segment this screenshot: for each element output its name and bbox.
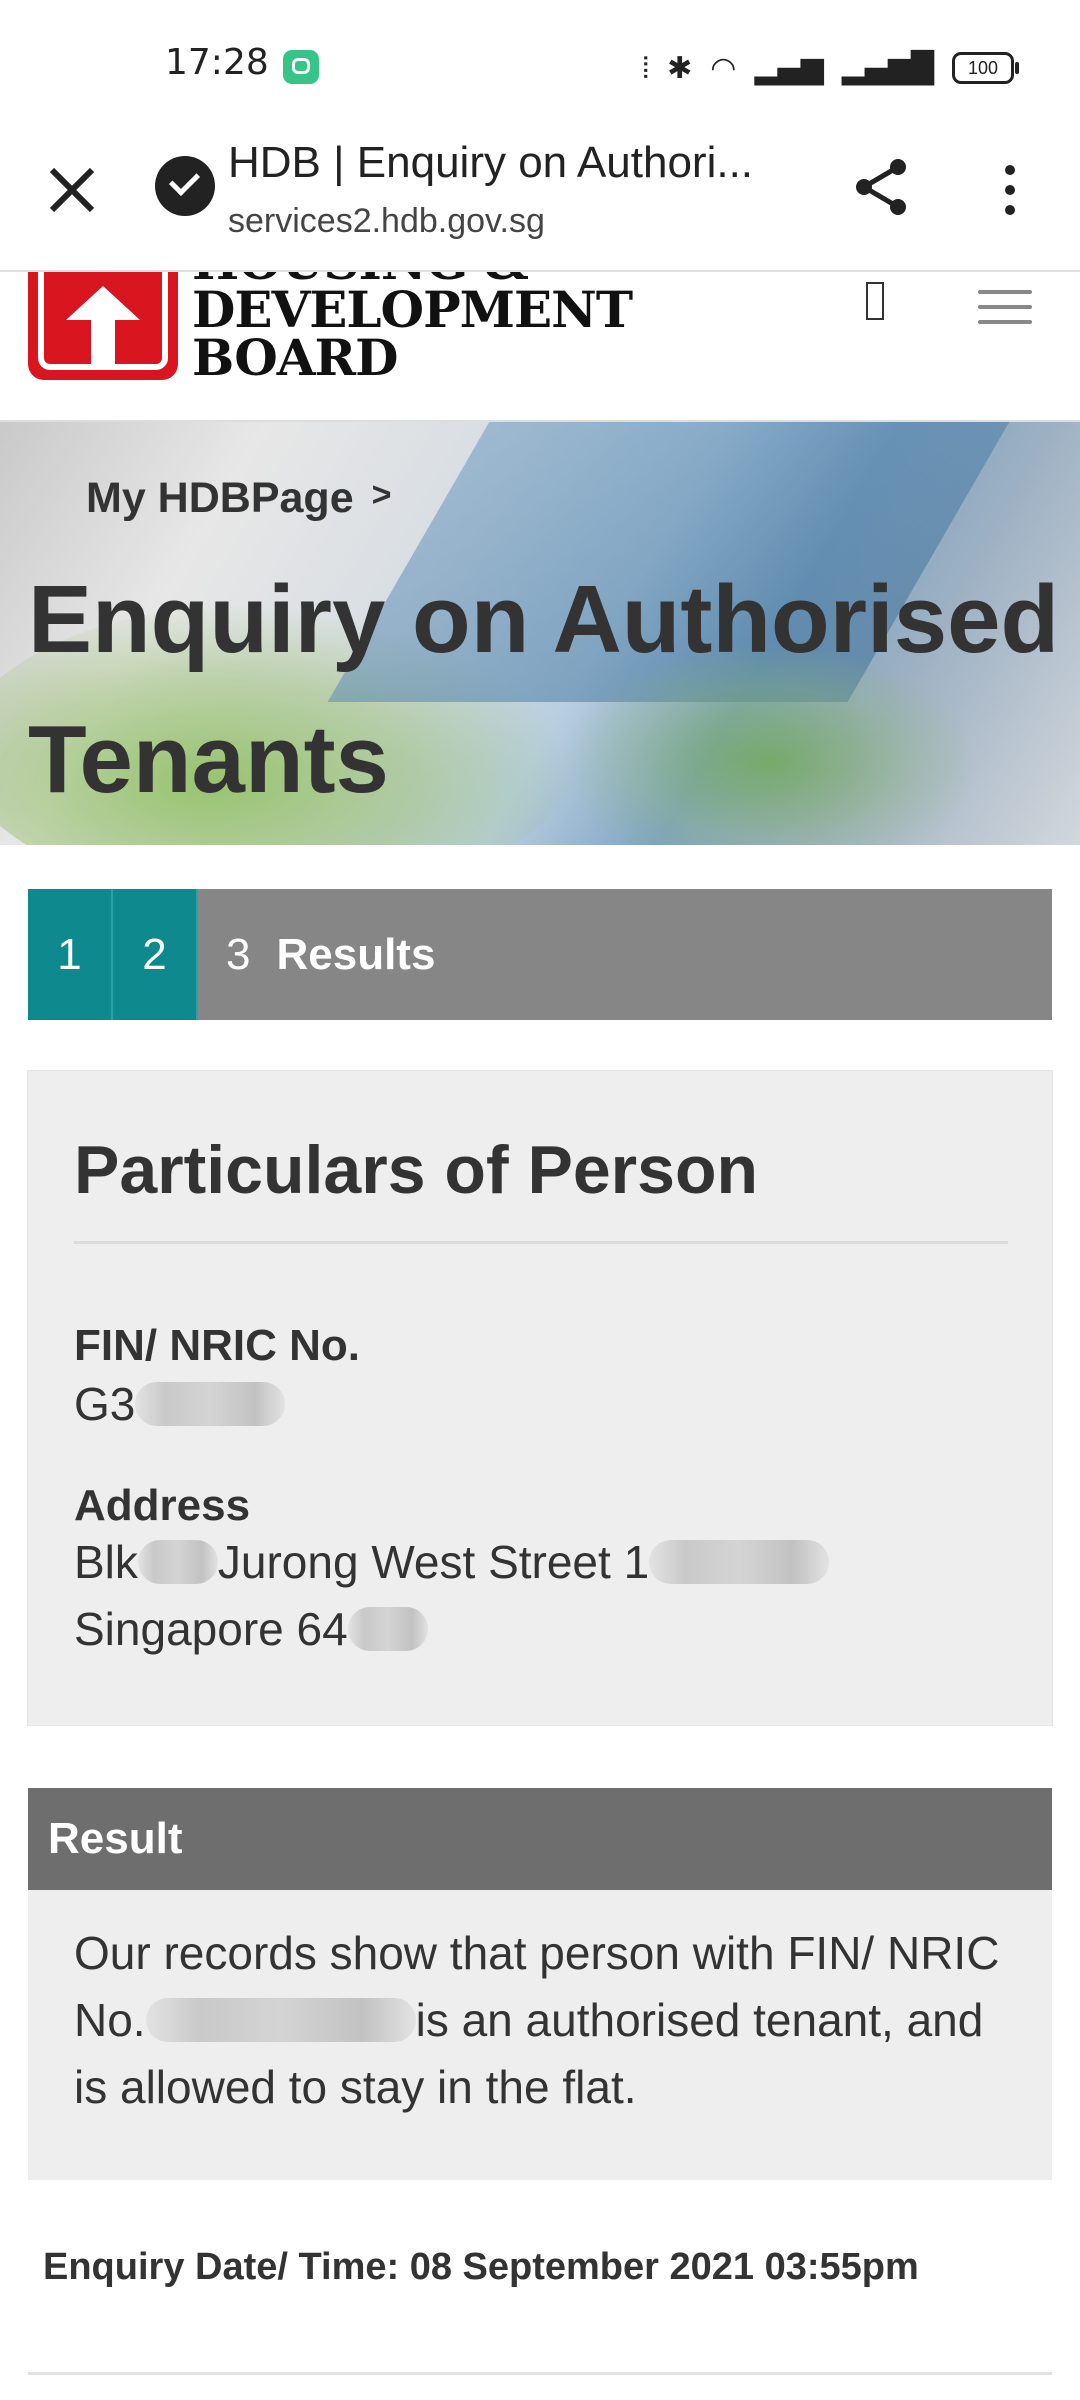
hero-banner: My HDBPage > Enquiry on Authorised Tenant… <box>0 422 1080 845</box>
step-3-number: 3 <box>226 929 251 979</box>
address-label: Address <box>74 1481 251 1530</box>
logo-house-shape <box>66 286 140 320</box>
redacted-mask <box>649 1540 830 1584</box>
redacted-mask <box>145 1998 416 2042</box>
message-app-icon <box>283 50 319 84</box>
page-title: Enquiry on Authorised Tenants <box>28 566 1060 813</box>
signal-4g-icon: ▂▄▆ <box>754 50 824 86</box>
address-street: Jurong West Street 1 <box>217 1536 650 1588</box>
step-3-current: 3 Results <box>198 889 435 1020</box>
address-line-2: Singapore 64 <box>74 1596 428 1663</box>
signal-3g-icon: ▂▄▆█ <box>841 50 934 86</box>
status-icons: ⦙ ✱ ◠ ▂▄▆ ▂▄▆█ 100 <box>642 48 1019 88</box>
step-2: 2 <box>113 889 198 1020</box>
browser-page-title: HDB | Enquiry on Authori... <box>228 138 754 187</box>
step-3-label: Results <box>276 929 436 979</box>
brand-line-3: BOARD <box>192 328 398 387</box>
bluetooth-icon: ✱ <box>667 50 693 86</box>
share-icon[interactable] <box>850 155 914 219</box>
result-heading: Result <box>28 1788 1052 1890</box>
result-message: Our records show that person with FIN/ N… <box>74 1920 1024 2121</box>
breadcrumb-link-my-hdbpage[interactable]: My HDBPage <box>86 474 354 522</box>
breadcrumb: My HDBPage > <box>86 474 391 523</box>
particulars-title: Particulars of Person <box>74 1132 759 1208</box>
particulars-card: Particulars of Person FIN/ NRIC No. G3 A… <box>28 1071 1052 1725</box>
nric-label: FIN/ NRIC No. <box>74 1321 360 1370</box>
enquiry-datetime: Enquiry Date/ Time: 08 September 2021 03… <box>43 2246 919 2288</box>
browser-url[interactable]: services2.hdb.gov.sg <box>228 202 545 241</box>
progress-steps: 1 2 3 Results <box>28 889 1052 1020</box>
more-options-icon[interactable] <box>998 160 1022 220</box>
hdb-logo[interactable] <box>28 272 178 380</box>
search-icon[interactable] <box>866 282 884 320</box>
site-header: HOUSING & DEVELOPMENT BOARD <box>0 272 1080 423</box>
browser-toolbar: HDB | Enquiry on Authori... services2.hd… <box>0 130 1080 272</box>
brand-line-2: DEVELOPMENT <box>192 280 633 339</box>
status-time: 17:28 <box>165 42 269 83</box>
divider <box>28 2372 1052 2375</box>
address-blk: Blk <box>74 1536 138 1588</box>
logo-stem-shape <box>91 318 115 364</box>
redacted-mask <box>135 1382 286 1426</box>
hamburger-menu-icon[interactable] <box>978 290 1032 326</box>
wifi-icon: ◠ <box>710 50 737 86</box>
result-panel: Our records show that person with FIN/ N… <box>28 1890 1052 2180</box>
step-1: 1 <box>28 889 113 1020</box>
status-bar: 17:28 ⦙ ✱ ◠ ▂▄▆ ▂▄▆█ 100 <box>0 0 1080 130</box>
address-postal: Singapore 64 <box>74 1603 348 1655</box>
vibrate-icon: ⦙ <box>642 50 650 86</box>
divider <box>74 1241 1008 1244</box>
redacted-mask <box>347 1607 428 1651</box>
close-icon[interactable] <box>42 160 102 220</box>
redacted-mask <box>137 1540 218 1584</box>
breadcrumb-separator: > <box>371 476 392 514</box>
battery-icon: 100 <box>952 52 1019 84</box>
verified-site-icon[interactable] <box>155 156 215 216</box>
nric-value: G3 <box>74 1371 286 1438</box>
address-line-1: Blk Jurong West Street 1 <box>74 1529 830 1596</box>
brand-wordmark[interactable]: HOUSING & DEVELOPMENT BOARD <box>192 272 633 387</box>
nric-value-text: G3 <box>74 1378 136 1430</box>
